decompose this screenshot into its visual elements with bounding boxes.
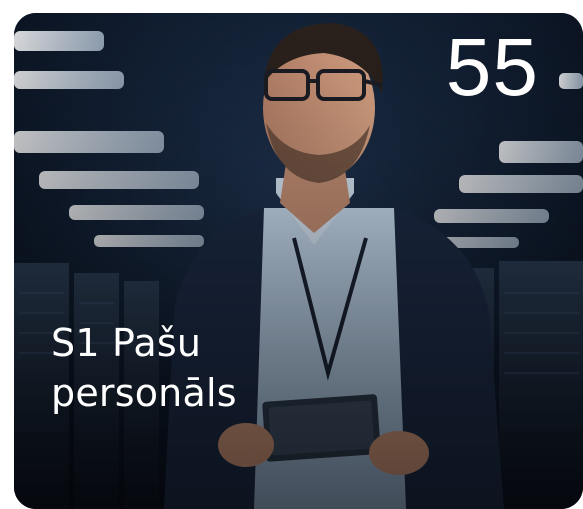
category-card[interactable]: 55 S1 Pašu personāls [14,13,583,509]
card-title: S1 Pašu personāls [51,318,351,418]
card-title-line-1: S1 Pašu [51,321,202,365]
card-title-line-2: personāls [51,371,237,415]
item-number: 55 [445,22,539,113]
